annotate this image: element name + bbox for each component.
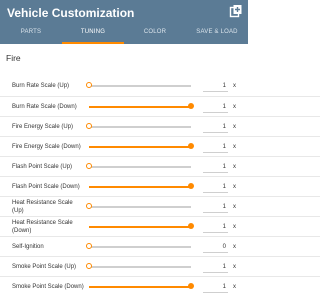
slider-track[interactable] xyxy=(86,263,191,269)
setting-label: Burn Rate Scale (Up) xyxy=(12,83,70,89)
slider-fill xyxy=(89,106,191,108)
setting-label: Self-Ignition xyxy=(12,244,44,250)
slider-fill xyxy=(89,186,191,188)
setting-label: Smoke Point Scale (Up) xyxy=(12,264,77,270)
slider-handle[interactable] xyxy=(188,143,194,149)
setting-row: Smoke Point Scale (Down) 1 x xyxy=(0,276,320,296)
slider-track[interactable] xyxy=(86,163,191,169)
slider-fill xyxy=(89,226,191,228)
setting-label: Burn Rate Scale (Down) xyxy=(12,104,77,110)
setting-row: Flash Point Scale (Up) 1 x xyxy=(0,156,320,176)
setting-label: Fire Energy Scale (Down) xyxy=(12,144,81,150)
unit-label: x xyxy=(233,164,236,170)
value-input[interactable]: 1 xyxy=(203,101,228,113)
setting-row: Burn Rate Scale (Down) 1 x xyxy=(0,96,320,116)
slider-track[interactable] xyxy=(89,283,194,289)
slider-handle[interactable] xyxy=(188,283,194,289)
settings-list: Burn Rate Scale (Up) 1 x Burn Rate Scale (D… xyxy=(0,76,320,296)
slider-track[interactable] xyxy=(89,143,194,149)
unit-label: x xyxy=(233,144,236,150)
slider-track[interactable] xyxy=(89,103,194,109)
app-header: Vehicle Customization PARTS TUNING COLOR… xyxy=(0,0,248,44)
slider-handle[interactable] xyxy=(86,123,92,129)
setting-row: Flash Point Scale (Down) 1 x xyxy=(0,176,320,196)
slider-handle[interactable] xyxy=(86,82,92,88)
value-input[interactable]: 1 xyxy=(203,161,228,173)
unit-label: x xyxy=(233,264,236,270)
page-title: Vehicle Customization xyxy=(7,6,135,20)
section-title: Fire xyxy=(6,53,21,63)
value-input[interactable]: 1 xyxy=(203,141,228,153)
value-input[interactable]: 1 xyxy=(203,261,228,273)
unit-label: x xyxy=(233,124,236,130)
setting-label: Flash Point Scale (Up) xyxy=(12,164,73,170)
value-input[interactable]: 1 xyxy=(203,181,228,193)
tab-color[interactable]: COLOR xyxy=(124,24,186,44)
unit-label: x xyxy=(233,184,236,190)
setting-label: Fire Energy Scale (Up) xyxy=(12,124,74,130)
slider-handle[interactable] xyxy=(188,183,194,189)
tab-save-load[interactable]: SAVE & LOAD xyxy=(186,24,248,44)
tab-tuning[interactable]: TUNING xyxy=(62,24,124,44)
unit-label: x xyxy=(233,244,236,250)
slider-fill xyxy=(89,286,191,288)
setting-label: Flash Point Scale (Down) xyxy=(12,184,80,190)
setting-row: Heat Resistance Scale (Up) 1 x xyxy=(0,196,320,216)
slider-track[interactable] xyxy=(89,223,194,229)
slider-track[interactable] xyxy=(89,183,194,189)
setting-row: Heat Resistance Scale (Down) 1 x xyxy=(0,216,320,236)
slider-handle[interactable] xyxy=(86,243,92,249)
setting-label: Heat Resistance Scale (Down) xyxy=(12,220,73,234)
unit-label: x xyxy=(233,83,236,89)
setting-label: Smoke Point Scale (Down) xyxy=(12,284,84,290)
slider-handle[interactable] xyxy=(86,263,92,269)
value-input[interactable]: 1 xyxy=(203,121,228,133)
tab-parts[interactable]: PARTS xyxy=(0,24,62,44)
value-input[interactable]: 0 xyxy=(203,241,228,253)
slider-handle[interactable] xyxy=(86,203,92,209)
value-input[interactable]: 1 xyxy=(203,221,228,233)
unit-label: x xyxy=(233,104,236,110)
value-input[interactable]: 1 xyxy=(203,281,228,293)
setting-row: Fire Energy Scale (Down) 1 x xyxy=(0,136,320,156)
slider-handle[interactable] xyxy=(86,163,92,169)
setting-row: Self-Ignition 0 x xyxy=(0,236,320,256)
tab-bar: PARTS TUNING COLOR SAVE & LOAD xyxy=(0,24,248,44)
unit-label: x xyxy=(233,204,236,210)
setting-row: Burn Rate Scale (Up) 1 x xyxy=(0,76,320,96)
setting-label: Heat Resistance Scale (Up) xyxy=(12,200,73,214)
slider-track[interactable] xyxy=(86,123,191,129)
setting-row: Fire Energy Scale (Up) 1 x xyxy=(0,116,320,136)
copy-icon[interactable] xyxy=(229,4,243,18)
slider-track[interactable] xyxy=(86,82,191,88)
slider-handle[interactable] xyxy=(188,103,194,109)
slider-handle[interactable] xyxy=(188,223,194,229)
slider-track[interactable] xyxy=(86,203,191,209)
slider-fill xyxy=(89,146,191,148)
value-input[interactable]: 1 xyxy=(203,201,228,213)
unit-label: x xyxy=(233,224,236,230)
value-input[interactable]: 1 xyxy=(203,80,228,92)
slider-track[interactable] xyxy=(86,243,191,249)
unit-label: x xyxy=(233,284,236,290)
setting-row: Smoke Point Scale (Up) 1 x xyxy=(0,256,320,276)
